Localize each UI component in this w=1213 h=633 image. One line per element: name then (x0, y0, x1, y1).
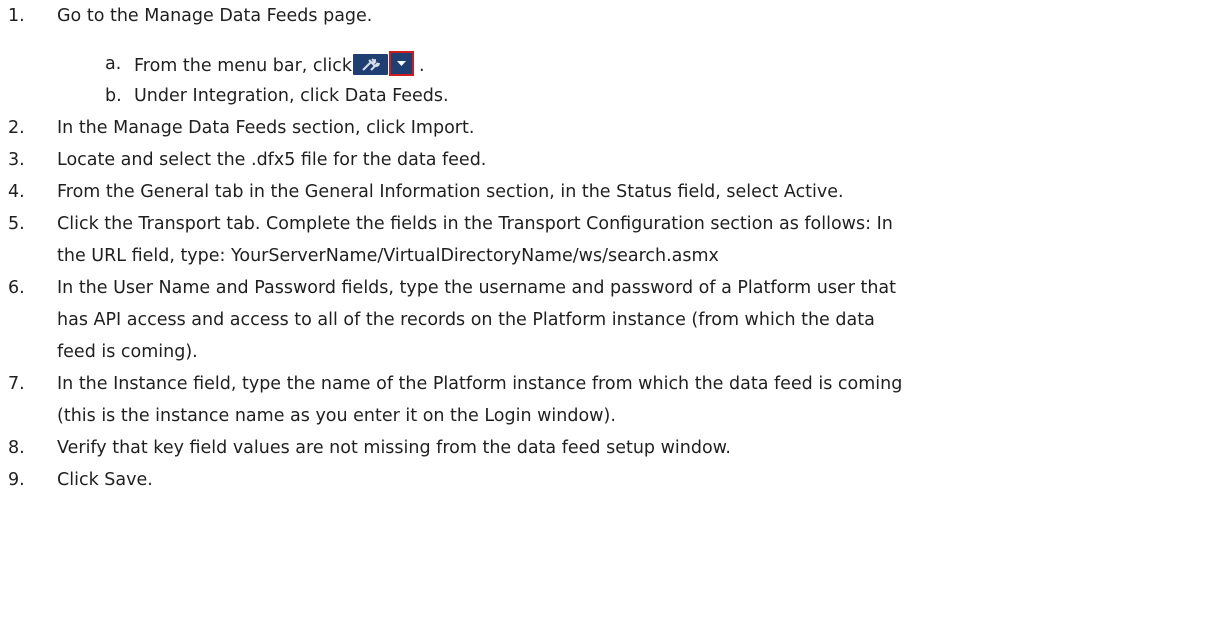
step-text: Locate and select the .dfx5 file for the… (57, 150, 487, 170)
step-number: 8. (8, 438, 25, 458)
step-text: Go to the Manage Data Feeds page. (57, 6, 373, 26)
step-number: 5. (8, 214, 25, 234)
step-number: 2. (8, 118, 25, 138)
tools-icon (353, 54, 389, 75)
step-text: Verify that key field values are not mis… (57, 438, 731, 458)
step-number: 6. (8, 278, 25, 298)
step-number: 4. (8, 182, 25, 202)
step-7-continuation: (this is the instance name as you enter … (57, 406, 616, 426)
substep-text: Under Integration, click Data Feeds. (134, 86, 449, 106)
step-number: 3. (8, 150, 25, 170)
substep-text: From the menu bar, click (134, 56, 353, 76)
step-text: In the User Name and Password fields, ty… (57, 278, 897, 298)
chevron-down-icon (389, 51, 415, 76)
substep-letter: b. (105, 86, 122, 106)
step-text: Click the Transport tab. Complete the fi… (57, 214, 893, 234)
instructions-document: 1. Go to the Manage Data Feeds page. a. … (0, 0, 1213, 633)
step-text: Click Save. (57, 470, 153, 490)
substep-letter: a. (105, 54, 122, 74)
step-text: From the General tab in the General Info… (57, 182, 844, 202)
step-text: In the Manage Data Feeds section, click … (57, 118, 475, 138)
step-5-continuation: the URL field, type: YourServerName/Virt… (57, 246, 719, 266)
step-6-continuation: has API access and access to all of the … (57, 310, 875, 330)
menu-bar-button-image (353, 51, 419, 77)
substep-suffix: . (419, 56, 425, 76)
step-6-continuation: feed is coming). (57, 342, 198, 362)
step-number: 1. (8, 6, 25, 26)
step-number: 7. (8, 374, 25, 394)
step-text: In the Instance field, type the name of … (57, 374, 903, 394)
step-number: 9. (8, 470, 25, 490)
